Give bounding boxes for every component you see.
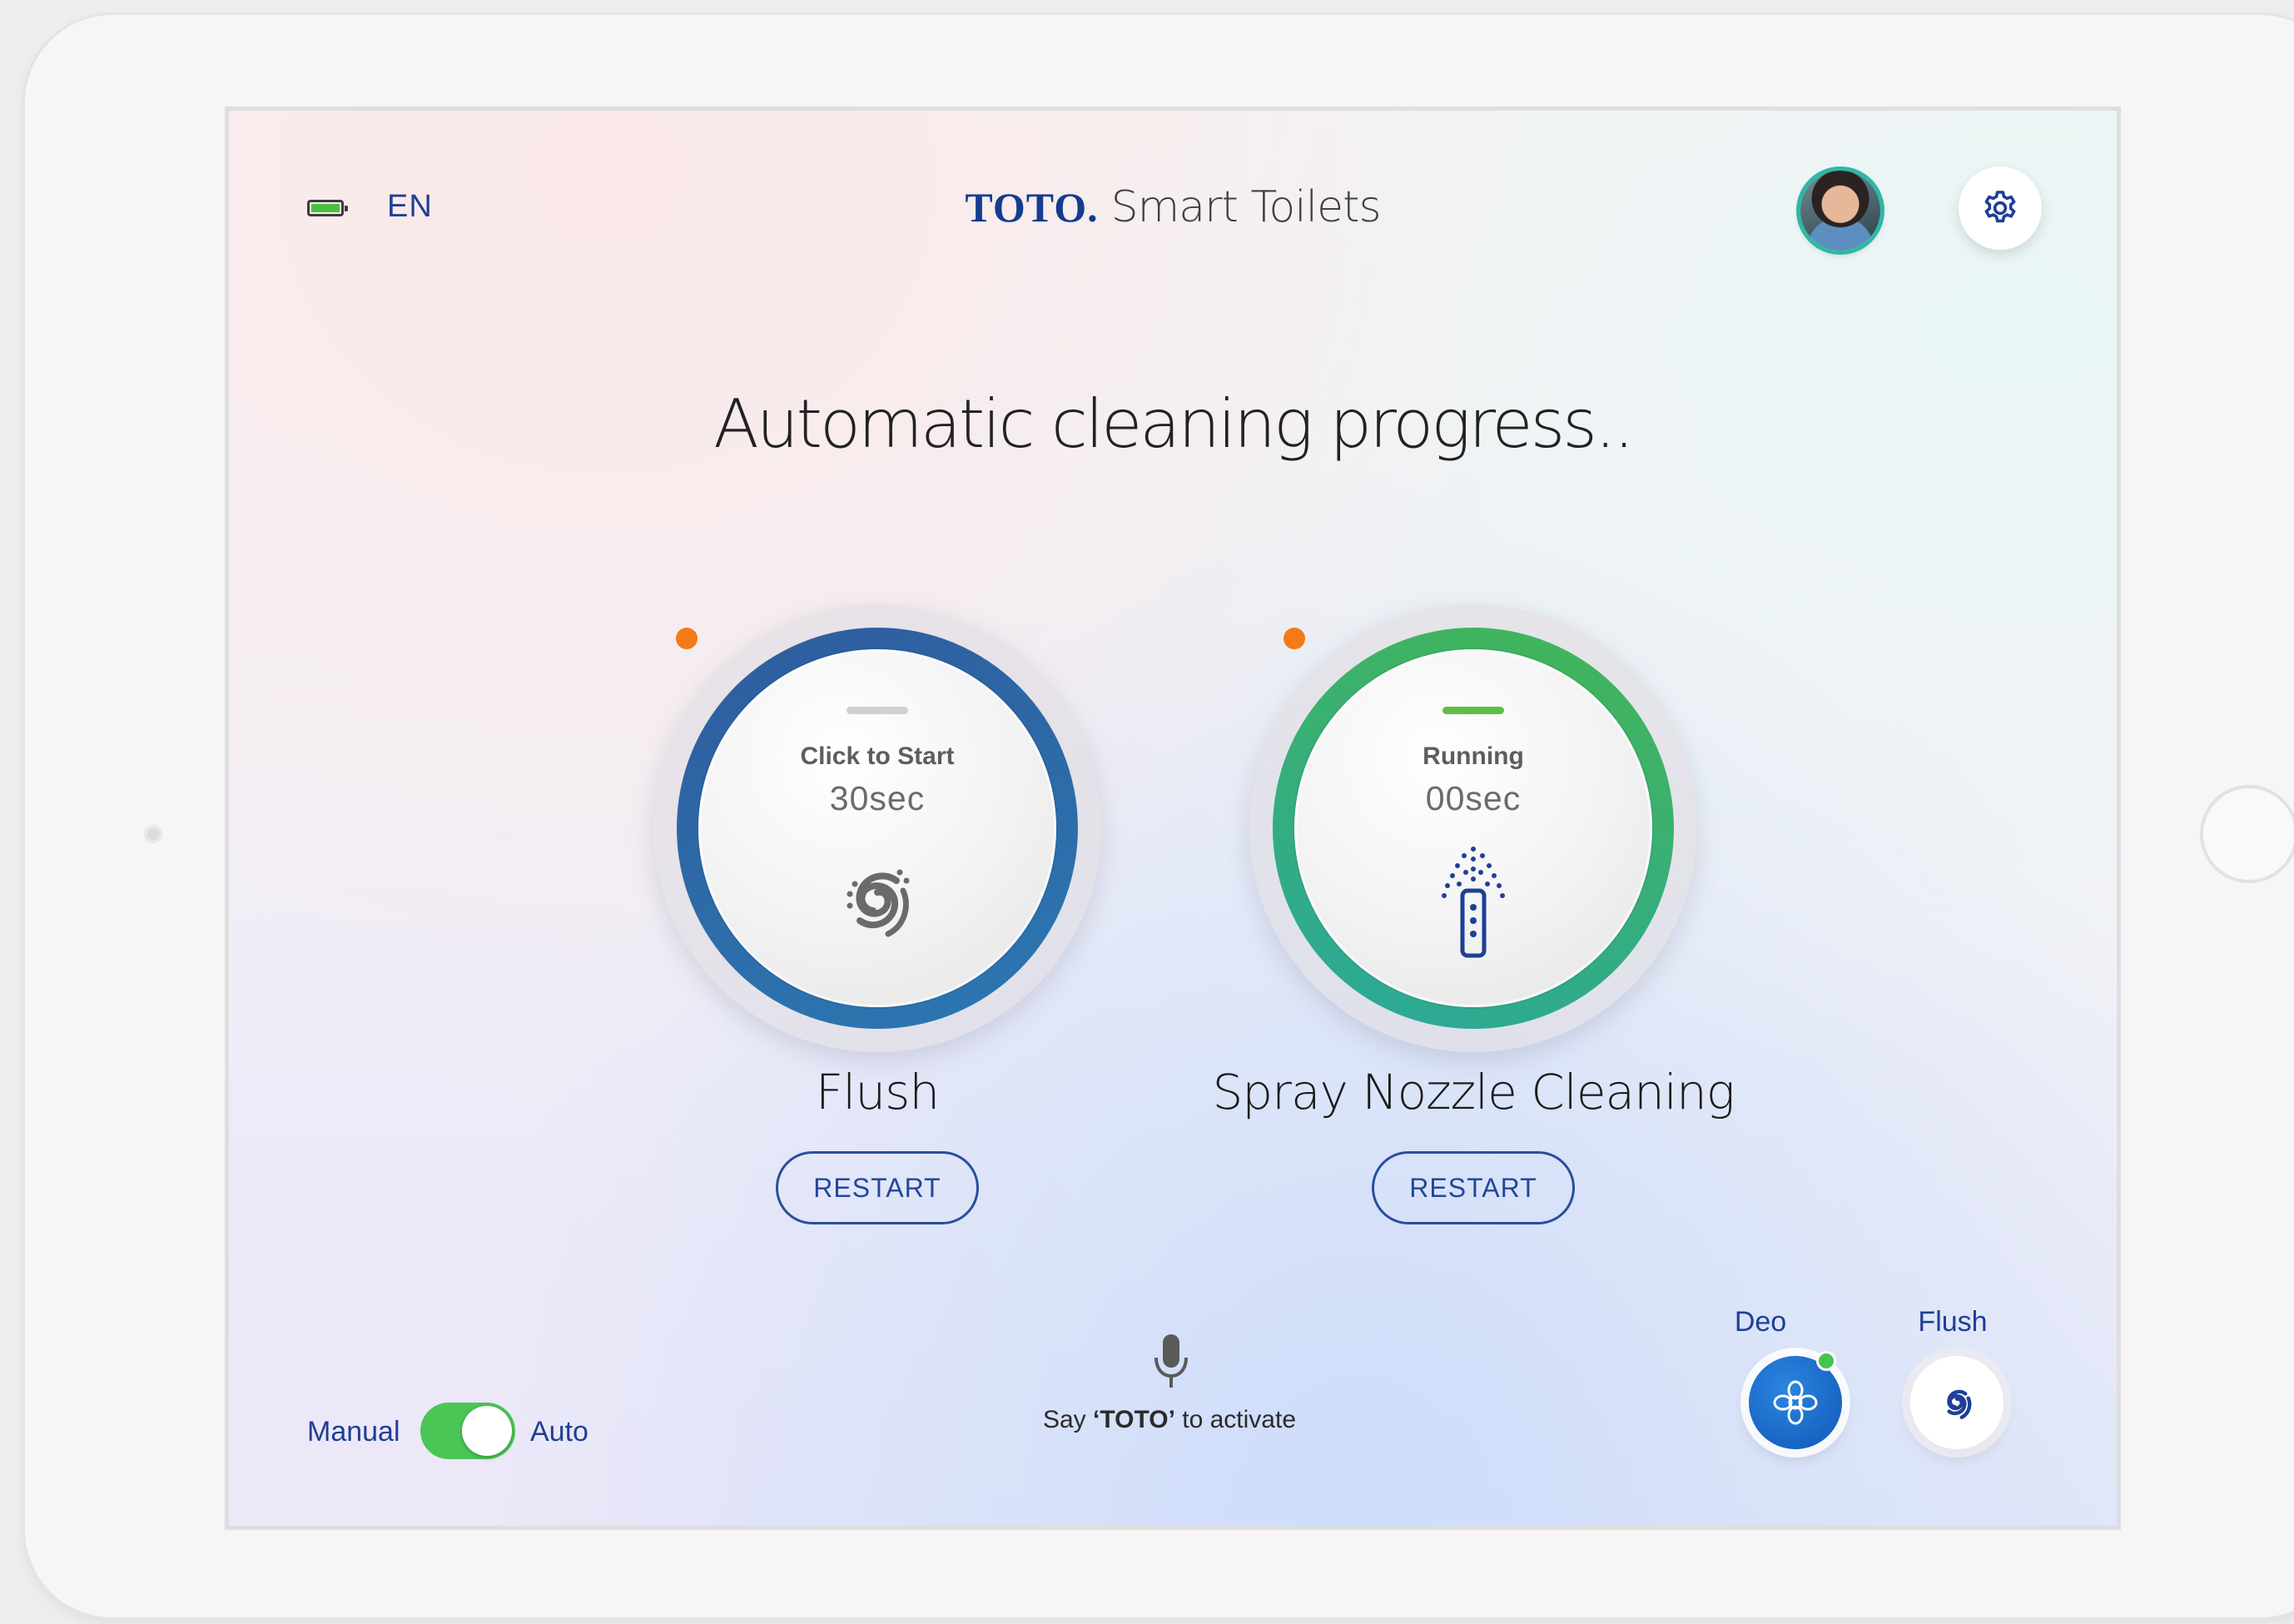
dial-indicator-bar [1442, 707, 1504, 714]
flush-restart-button[interactable]: RESTART [776, 1151, 979, 1224]
flush-dial[interactable]: Click to Start 30sec [653, 604, 1101, 1052]
flower-icon [1773, 1380, 1818, 1425]
camera [144, 825, 162, 843]
dial-status: Click to Start [800, 742, 955, 770]
spray-nozzle-label: Spray Nozzle Cleaning [1212, 1064, 1735, 1120]
quick-deo-label: Deo [1734, 1306, 1787, 1338]
dial-time: 00sec [1425, 779, 1522, 817]
swirl-icon [1947, 1389, 1972, 1419]
dial-time: 30sec [829, 779, 926, 817]
user-avatar[interactable] [1800, 171, 1880, 251]
gear-icon [1984, 191, 2016, 223]
settings-button[interactable] [1959, 166, 2042, 250]
status-indicator-dot [676, 628, 698, 649]
spray-nozzle-icon [1442, 847, 1505, 958]
status-indicator-dot [1284, 628, 1305, 649]
brand-logo: TOTO. [965, 184, 1099, 231]
home-button[interactable] [2200, 785, 2294, 883]
app-screen: EN TOTO. Smart Toilets Automatic cleanin… [225, 107, 2121, 1530]
spray-nozzle-dial[interactable]: Running 00sec [1249, 604, 1697, 1052]
brand-name: Smart Toilets [1110, 182, 1382, 232]
voice-hint-suffix: to activate [1174, 1406, 1296, 1433]
spray-restart-button[interactable]: RESTART [1372, 1151, 1575, 1224]
dial-status: Running [1423, 742, 1524, 770]
voice-hint-keyword: ‘TOTO’ [1093, 1406, 1175, 1433]
voice-hint-prefix: Say [1042, 1406, 1094, 1433]
swirl-icon [847, 869, 910, 937]
quick-flush-button[interactable] [1910, 1356, 2004, 1449]
quick-flush-label: Flush [1918, 1306, 1988, 1338]
dial-indicator-bar [847, 707, 908, 714]
flush-label: Flush [815, 1064, 940, 1120]
deo-active-indicator [1816, 1351, 1836, 1371]
page-heading: Automatic cleaning progress.. [713, 385, 1635, 463]
microphone-icon[interactable] [1149, 1333, 1193, 1391]
